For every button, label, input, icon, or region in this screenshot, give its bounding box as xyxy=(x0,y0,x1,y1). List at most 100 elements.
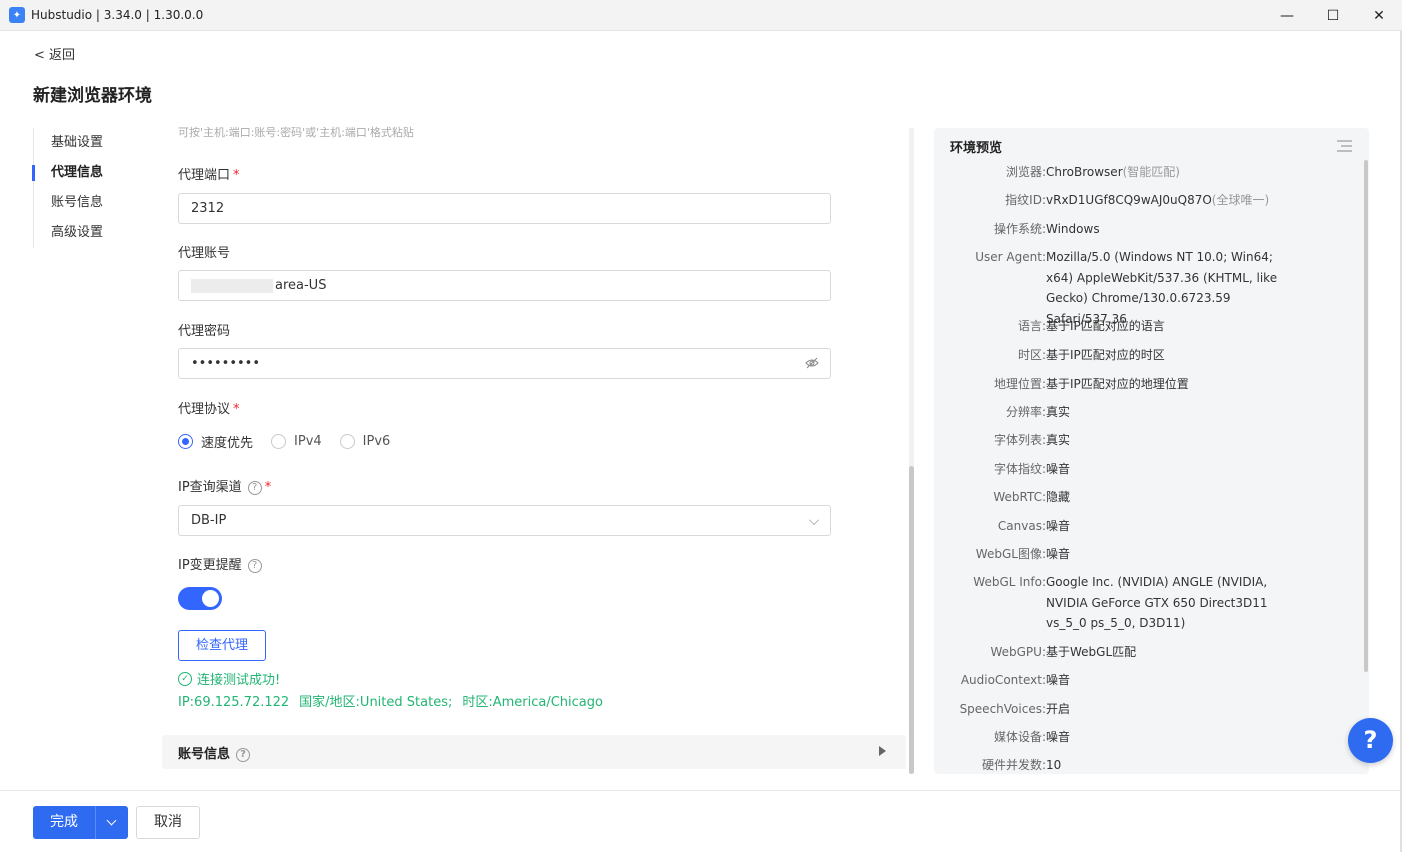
preview-key: 时区: xyxy=(1017,348,1046,362)
paste-hint: 可按'主机:端口:账号:密码'或'主机:端口'格式粘贴 xyxy=(178,126,414,139)
maximize-icon[interactable]: ☐ xyxy=(1310,0,1356,31)
help-fab-button[interactable]: ? xyxy=(1348,718,1393,763)
back-link[interactable]: < 返回 xyxy=(34,44,75,63)
preview-value: vRxD1UGf8CQ9wAJ0uQ87O(全球唯一) xyxy=(1046,193,1270,207)
preview-row: WebRTC: 隐藏 xyxy=(934,487,1354,508)
window-controls: — ☐ ✕ xyxy=(1264,0,1402,31)
nav-item-basic[interactable]: 基础设置 xyxy=(34,128,143,158)
radio-ipv6[interactable]: IPv6 xyxy=(339,434,390,449)
result-country: 国家/地区:United States; xyxy=(299,695,453,710)
check-proxy-button[interactable]: 检查代理 xyxy=(178,630,266,661)
nav-item-proxy[interactable]: 代理信息 xyxy=(32,158,143,188)
preview-key: Canvas: xyxy=(997,519,1046,533)
nav-item-advanced[interactable]: 高级设置 xyxy=(34,218,143,248)
help-icon[interactable]: ? xyxy=(247,480,262,495)
eye-off-icon[interactable] xyxy=(805,357,819,369)
preview-row: SpeechVoices: 开启 xyxy=(934,699,1354,720)
preview-value: 真实 xyxy=(1046,405,1071,419)
help-icon[interactable]: ? xyxy=(236,747,251,762)
port-input[interactable]: 2312 xyxy=(178,193,831,224)
preview-row: 浏览器: ChroBrowser(智能匹配) xyxy=(934,162,1354,183)
preview-row: WebGPU: 基于WebGL匹配 xyxy=(934,642,1354,663)
preview-value: 噪音 xyxy=(1046,547,1071,561)
proxy-result: IP:69.125.72.122 国家/地区:United States; 时区:A… xyxy=(178,691,613,710)
preview-value: Google Inc. (NVIDIA) ANGLE (NVIDIA, NVID… xyxy=(1046,575,1268,630)
preview-key: 分辨率: xyxy=(1005,405,1046,419)
preview-key: WebGPU: xyxy=(990,645,1046,659)
account-input[interactable]: area-US xyxy=(178,270,831,301)
account-section-title: 账号信息? xyxy=(178,743,251,762)
preview-key: 字体指纹: xyxy=(993,462,1046,476)
preview-value: 噪音 xyxy=(1046,673,1071,687)
close-icon[interactable]: ✕ xyxy=(1356,0,1402,31)
preview-value: 真实 xyxy=(1046,433,1071,447)
preview-scrollbar[interactable] xyxy=(1364,160,1369,774)
environment-preview: 环境预览 浏览器: ChroBrowser(智能匹配) 指纹ID: vRxD1UGf8… xyxy=(934,128,1369,774)
window-title: Hubstudio | 3.34.0 | 1.30.0.0 xyxy=(31,8,204,22)
title-bar: ✦ Hubstudio | 3.34.0 | 1.30.0.0 — ☐ ✕ xyxy=(0,0,1402,31)
preview-row: 硬件并发数: 10 xyxy=(934,755,1354,774)
preview-value: 噪音 xyxy=(1046,730,1071,744)
caret-right-icon xyxy=(879,746,886,756)
preview-value: 基于IP匹配对应的时区 xyxy=(1046,348,1165,362)
preview-key: 语言: xyxy=(1017,319,1046,333)
preview-key: SpeechVoices: xyxy=(959,702,1046,716)
preview-key: 字体列表: xyxy=(993,433,1046,447)
list-menu-icon[interactable] xyxy=(1337,140,1352,152)
protocol-radio-group: 速度优先 IPv4 IPv6 xyxy=(178,432,408,451)
preview-row: 分辨率: 真实 xyxy=(934,402,1354,423)
preview-row: 时区: 基于IP匹配对应的时区 xyxy=(934,345,1354,366)
success-message: ✓ 连接测试成功! xyxy=(178,669,280,688)
preview-key: 地理位置: xyxy=(993,377,1046,391)
preview-value: 隐藏 xyxy=(1046,490,1071,504)
password-label: 代理密码 xyxy=(178,324,231,339)
radio-ipv4[interactable]: IPv4 xyxy=(271,434,322,449)
done-button[interactable]: 完成 xyxy=(33,806,128,839)
page-title: 新建浏览器环境 xyxy=(33,86,152,106)
ip-change-toggle[interactable] xyxy=(178,587,222,610)
chevron-down-icon xyxy=(809,515,819,525)
check-circle-icon: ✓ xyxy=(178,671,192,686)
preview-row: WebGL Info: Google Inc. (NVIDIA) ANGLE (N… xyxy=(934,572,1354,634)
password-input[interactable]: ••••••••• xyxy=(178,348,831,379)
result-timezone: 时区:America/Chicago xyxy=(462,695,603,710)
preview-key: WebGL图像: xyxy=(975,547,1046,561)
preview-value: 开启 xyxy=(1046,702,1071,716)
preview-row: 指纹ID: vRxD1UGf8CQ9wAJ0uQ87O(全球唯一) xyxy=(934,190,1354,211)
minimize-icon[interactable]: — xyxy=(1264,0,1310,31)
preview-row: 地理位置: 基于IP匹配对应的地理位置 xyxy=(934,374,1354,395)
preview-row: 语言: 基于IP匹配对应的语言 xyxy=(934,316,1354,337)
preview-key: 硬件并发数: xyxy=(981,758,1046,772)
channel-label: IP查询渠道? * xyxy=(178,480,272,495)
preview-value: 噪音 xyxy=(1046,462,1071,476)
protocol-label: 代理协议 * xyxy=(178,402,240,417)
cancel-button[interactable]: 取消 xyxy=(136,806,200,839)
preview-row: 操作系统: Windows xyxy=(934,219,1354,240)
done-dropdown-icon[interactable] xyxy=(96,806,128,839)
result-ip: IP:69.125.72.122 xyxy=(178,695,290,710)
app-logo-icon: ✦ xyxy=(9,7,25,23)
channel-select[interactable]: DB-IP xyxy=(178,505,831,536)
account-label: 代理账号 xyxy=(178,246,231,261)
preview-value: 基于IP匹配对应的语言 xyxy=(1046,319,1165,333)
footer-bar: 完成 取消 xyxy=(0,790,1402,852)
preview-value: Windows xyxy=(1046,222,1100,236)
preview-value: 噪音 xyxy=(1046,519,1071,533)
side-nav: 基础设置 代理信息 账号信息 高级设置 xyxy=(32,128,143,248)
preview-key: 媒体设备: xyxy=(993,730,1046,744)
account-section-header[interactable]: 账号信息? xyxy=(162,735,906,769)
redacted-text xyxy=(191,278,273,293)
preview-row: 媒体设备: 噪音 xyxy=(934,727,1354,748)
radio-speed-first[interactable]: 速度优先 xyxy=(178,432,253,451)
preview-key: 浏览器: xyxy=(1005,165,1046,179)
preview-key: 指纹ID: xyxy=(1005,193,1046,207)
nav-item-account[interactable]: 账号信息 xyxy=(34,188,143,218)
preview-key: 操作系统: xyxy=(993,222,1046,236)
preview-row: AudioContext: 噪音 xyxy=(934,670,1354,691)
proxy-form: 可按'主机:端口:账号:密码'或'主机:端口'格式粘贴 代理端口 * 2312 代… xyxy=(162,120,907,780)
port-label: 代理端口 * xyxy=(178,168,240,183)
preview-key: AudioContext: xyxy=(960,673,1046,687)
form-scrollbar[interactable] xyxy=(909,128,914,774)
preview-row: WebGL图像: 噪音 xyxy=(934,544,1354,565)
help-icon[interactable]: ? xyxy=(247,558,262,573)
